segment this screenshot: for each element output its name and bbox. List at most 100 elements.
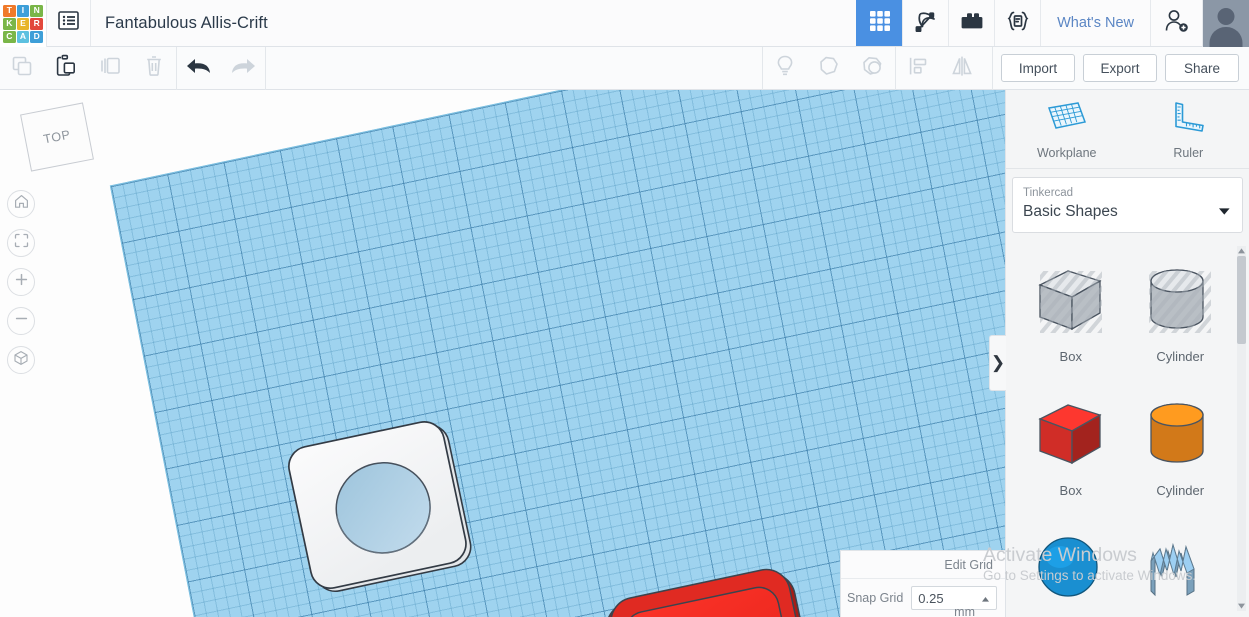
- ruler-tool-label: Ruler: [1173, 146, 1204, 160]
- group-icon: [817, 55, 841, 82]
- shape-item-box-solid[interactable]: Box: [1016, 380, 1126, 508]
- shapes-side-panel: ❯ Workplane Ruler Tinkercad Basic Shapes…: [989, 90, 1249, 617]
- grid-controls: Edit Grid Snap Grid 0.25 mm: [840, 550, 1005, 617]
- shape-item-cylinder-hole[interactable]: Cylinder: [1126, 246, 1236, 374]
- box-solid-thumbnail-icon: [1030, 386, 1112, 482]
- shape-list[interactable]: Box Cylinder Box Cylinder SphereScribble: [1006, 239, 1249, 617]
- snap-grid-unit: mm: [954, 605, 975, 617]
- fit-view-button[interactable]: [7, 229, 35, 257]
- shape-label: Box: [1059, 348, 1082, 364]
- workplane-icon: [1045, 98, 1089, 141]
- pickaxe-icon: [913, 8, 939, 39]
- workplane-tool-label: Workplane: [1036, 146, 1097, 160]
- copy-button[interactable]: [0, 47, 44, 90]
- view-cube-label: TOP: [20, 102, 94, 172]
- scrollbar-thumb[interactable]: [1237, 255, 1246, 344]
- box-hole-thumbnail-icon: [1030, 252, 1112, 348]
- copy-icon: [11, 55, 33, 82]
- workplane-tool[interactable]: Workplane: [1006, 90, 1128, 168]
- tab-blocks[interactable]: [948, 0, 994, 46]
- logo-cell-e: E: [16, 17, 30, 30]
- edit-toolbar: Import Export Share: [0, 46, 1249, 90]
- share-button[interactable]: Share: [1165, 54, 1239, 82]
- library-dropdown-wrap: Tinkercad Basic Shapes: [1006, 169, 1249, 240]
- plus-icon: [14, 272, 29, 292]
- paste-button[interactable]: [44, 47, 88, 90]
- tab-3d-design[interactable]: [856, 0, 903, 46]
- snap-grid-label: Snap Grid: [847, 591, 904, 605]
- trash-icon: [143, 54, 165, 82]
- lightbulb-icon: [774, 54, 796, 83]
- duplicate-button[interactable]: [88, 47, 132, 90]
- mirror-icon: [950, 55, 974, 82]
- home-icon: [14, 194, 29, 214]
- logo-cell-t: T: [3, 4, 16, 17]
- paste-icon: [55, 54, 77, 82]
- edit-grid-button[interactable]: Edit Grid: [944, 558, 993, 572]
- delete-button[interactable]: [132, 47, 176, 90]
- user-account-button[interactable]: [1202, 0, 1249, 47]
- shape-item-box-hole[interactable]: Box: [1016, 246, 1126, 374]
- grid-icon: [868, 9, 892, 38]
- whats-new-link[interactable]: What's New: [1040, 0, 1150, 46]
- import-button[interactable]: Import: [1001, 54, 1075, 82]
- shapes-scrollbar[interactable]: [1237, 245, 1246, 611]
- ruler-tool[interactable]: Ruler: [1128, 90, 1249, 168]
- ungroup-icon: [861, 55, 885, 82]
- home-view-button[interactable]: [7, 190, 35, 218]
- invite-people-button[interactable]: [1150, 0, 1202, 46]
- header-spacer: [268, 0, 856, 46]
- toolbar-divider-5: [992, 46, 993, 90]
- tinkercad-logo[interactable]: TIN KER CAD: [0, 0, 47, 47]
- view-cube[interactable]: TOP: [20, 102, 94, 172]
- minus-icon: [14, 311, 29, 331]
- fit-frame-icon: [14, 233, 29, 253]
- sphere-solid-thumbnail-icon: [1030, 520, 1112, 616]
- redo-button[interactable]: [221, 47, 265, 90]
- undo-arrow-icon: [184, 55, 214, 82]
- logo-cell-i: I: [16, 4, 30, 17]
- library-source-label: Tinkercad: [1023, 187, 1074, 199]
- tab-minecraft[interactable]: [902, 0, 948, 46]
- chevron-right-icon: ❯: [990, 353, 1006, 372]
- undo-button[interactable]: [177, 47, 221, 90]
- logo-cell-r: R: [30, 17, 43, 30]
- hint-button[interactable]: [763, 47, 807, 90]
- brick-icon: [959, 11, 985, 36]
- top-header-bar: TINKERCAD Fantabulous Allis-Crift What's…: [0, 0, 1249, 47]
- cube-icon: [13, 350, 29, 371]
- shape-item-cylinder-solid[interactable]: Cylinder: [1126, 380, 1236, 508]
- shape-label: Cylinder: [1156, 348, 1205, 364]
- scroll-down-icon[interactable]: [1237, 597, 1246, 615]
- shape-label: Cylinder: [1156, 482, 1205, 498]
- zoom-in-button[interactable]: [7, 268, 35, 296]
- ruler-icon: [1168, 98, 1208, 141]
- shape-label: Box: [1059, 482, 1082, 498]
- panel-collapse-button[interactable]: ❯: [989, 335, 1006, 391]
- logo-cell-a: A: [16, 30, 30, 43]
- ungroup-button[interactable]: [851, 47, 895, 90]
- main-menu-button[interactable]: [47, 0, 91, 46]
- edit-button-group: [0, 47, 176, 90]
- mirror-button[interactable]: [940, 47, 984, 90]
- align-button[interactable]: [896, 47, 940, 90]
- cylinder-hole-thumbnail-icon: [1139, 252, 1221, 348]
- logo-cell-n: N: [30, 4, 43, 17]
- perspective-toggle-button[interactable]: [7, 346, 35, 374]
- document-title[interactable]: Fantabulous Allis-Crift: [91, 0, 268, 46]
- zoom-out-button[interactable]: [7, 307, 35, 335]
- duplicate-icon: [99, 55, 122, 82]
- cylinder-solid-thumbnail-icon: [1139, 386, 1221, 482]
- shape-library-dropdown[interactable]: Tinkercad Basic Shapes: [1012, 177, 1243, 233]
- shape-item-sphere-solid[interactable]: Sphere: [1016, 514, 1126, 617]
- edit-grid-row: Edit Grid: [841, 551, 1005, 579]
- tab-codeblocks[interactable]: [994, 0, 1040, 46]
- snap-grid-row: Snap Grid 0.25: [841, 579, 1005, 617]
- align-icon: [907, 55, 929, 82]
- group-button[interactable]: [807, 47, 851, 90]
- workplane-grid[interactable]: [109, 90, 1005, 617]
- shape-item-scribble-tool[interactable]: Scribble: [1126, 514, 1236, 617]
- chevron-down-icon: [1218, 203, 1231, 221]
- design-canvas[interactable]: TOP: [0, 90, 1005, 617]
- export-button[interactable]: Export: [1083, 54, 1157, 82]
